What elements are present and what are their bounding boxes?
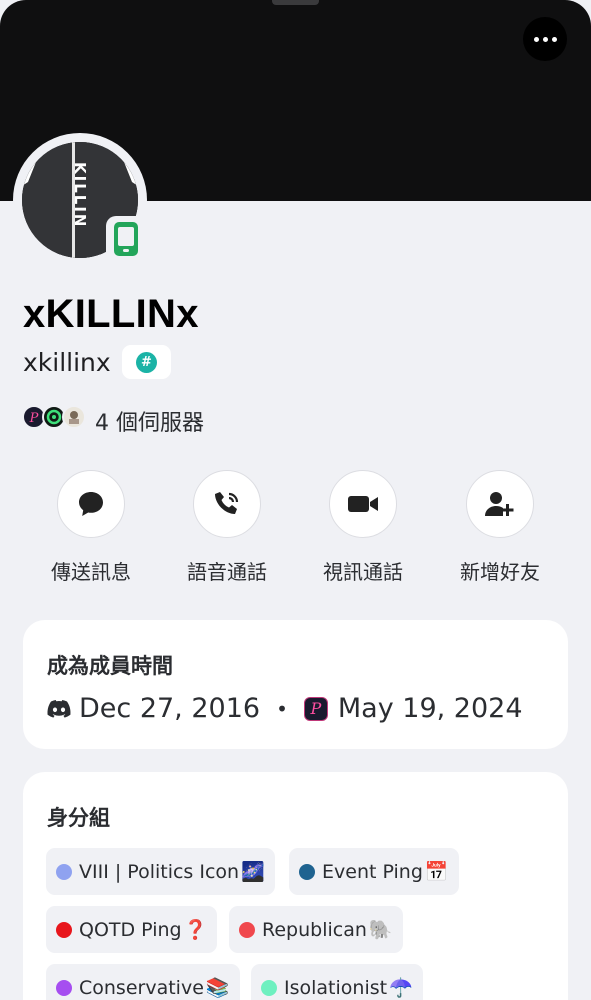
- discord-join-date: Dec 27, 2016: [79, 693, 261, 724]
- server-join-date: May 19, 2024: [337, 693, 523, 724]
- mobile-status-indicator: [106, 216, 146, 262]
- add-friend-label: 新增好友: [460, 560, 540, 584]
- add-friend-action[interactable]: 新增好友: [440, 470, 560, 585]
- role-color-dot: [239, 921, 255, 938]
- date-separator: •: [276, 696, 288, 721]
- send-message-action[interactable]: 傳送訊息: [31, 470, 151, 585]
- phone-call-icon: [215, 492, 239, 514]
- roles-title: 身分組: [47, 806, 110, 830]
- send-message-label: 傳送訊息: [51, 560, 131, 584]
- role-chip[interactable]: Event Ping 📅: [289, 848, 459, 895]
- role-name: Isolationist: [284, 976, 388, 999]
- more-dot-icon: [551, 36, 557, 42]
- role-emoji-icon: 📅: [424, 861, 449, 883]
- username: xkillinx: [23, 348, 111, 377]
- role-name: QOTD Ping: [79, 918, 182, 941]
- server-icon-small: P: [303, 696, 328, 721]
- role-color-dot: [56, 863, 72, 880]
- more-dot-icon: [542, 36, 548, 42]
- role-chip[interactable]: Republican 🐘: [229, 906, 403, 953]
- add-friend-icon: [485, 492, 514, 516]
- role-name: Republican: [262, 918, 367, 941]
- video-call-action[interactable]: 視訊通話: [303, 470, 423, 585]
- role-emoji-icon: 🐘: [368, 919, 393, 941]
- member-since-row: Dec 27, 2016 • P May 19, 2024: [47, 693, 523, 724]
- more-dot-icon: [533, 36, 539, 42]
- role-emoji-icon: 📚: [205, 977, 230, 999]
- server-icon-white: [62, 405, 86, 429]
- role-name: Event Ping: [322, 860, 423, 883]
- sheet-grabber[interactable]: [272, 0, 319, 5]
- role-color-dot: [261, 979, 277, 996]
- svg-text:P: P: [29, 411, 39, 426]
- mutual-server-icons[interactable]: P: [22, 405, 88, 431]
- member-since-card: 成為成員時間 Dec 27, 2016 • P May 19, 2024: [23, 620, 568, 749]
- role-name: VIII | Politics Icon: [79, 860, 240, 883]
- role-color-dot: [56, 921, 72, 938]
- message-bubble-icon: [79, 492, 103, 516]
- member-since-title: 成為成員時間: [47, 654, 173, 678]
- add-friend-button[interactable]: [466, 470, 534, 538]
- role-emoji-icon: ☂️: [389, 977, 413, 999]
- discord-logo-icon: [47, 699, 71, 718]
- avatar-logo-text: KILLIN: [71, 162, 89, 228]
- voice-call-label: 語音通話: [187, 560, 267, 584]
- server-icon-letter: P: [310, 699, 322, 718]
- video-call-label: 視訊通話: [323, 560, 403, 584]
- role-color-dot: [56, 979, 72, 996]
- roles-card: 身分組 VIII | Politics Icon 🌌 Event Ping 📅 …: [23, 772, 568, 1000]
- role-name: Conservative: [79, 976, 204, 999]
- video-call-button[interactable]: [329, 470, 397, 538]
- video-camera-icon: [348, 496, 378, 512]
- voice-call-button[interactable]: [193, 470, 261, 538]
- more-options-button[interactable]: [523, 17, 567, 61]
- role-chip[interactable]: QOTD Ping ❓: [46, 906, 218, 953]
- voice-call-action[interactable]: 語音通話: [167, 470, 287, 585]
- role-chip[interactable]: Isolationist ☂️: [251, 964, 423, 1000]
- display-name: xKILLINx: [23, 292, 199, 336]
- role-emoji-icon: 🌌: [241, 861, 265, 883]
- mutual-servers-count[interactable]: 4 個伺服器: [95, 405, 204, 437]
- role-color-dot: [299, 863, 315, 880]
- hashtag-icon: #: [136, 351, 157, 373]
- mobile-phone-icon: [114, 222, 138, 256]
- send-message-button[interactable]: [57, 470, 125, 538]
- role-chip[interactable]: VIII | Politics Icon 🌌: [46, 848, 275, 895]
- role-chip[interactable]: Conservative 📚: [46, 964, 240, 1000]
- role-emoji-icon: ❓: [183, 919, 208, 941]
- server-tag-badge[interactable]: #: [122, 345, 171, 379]
